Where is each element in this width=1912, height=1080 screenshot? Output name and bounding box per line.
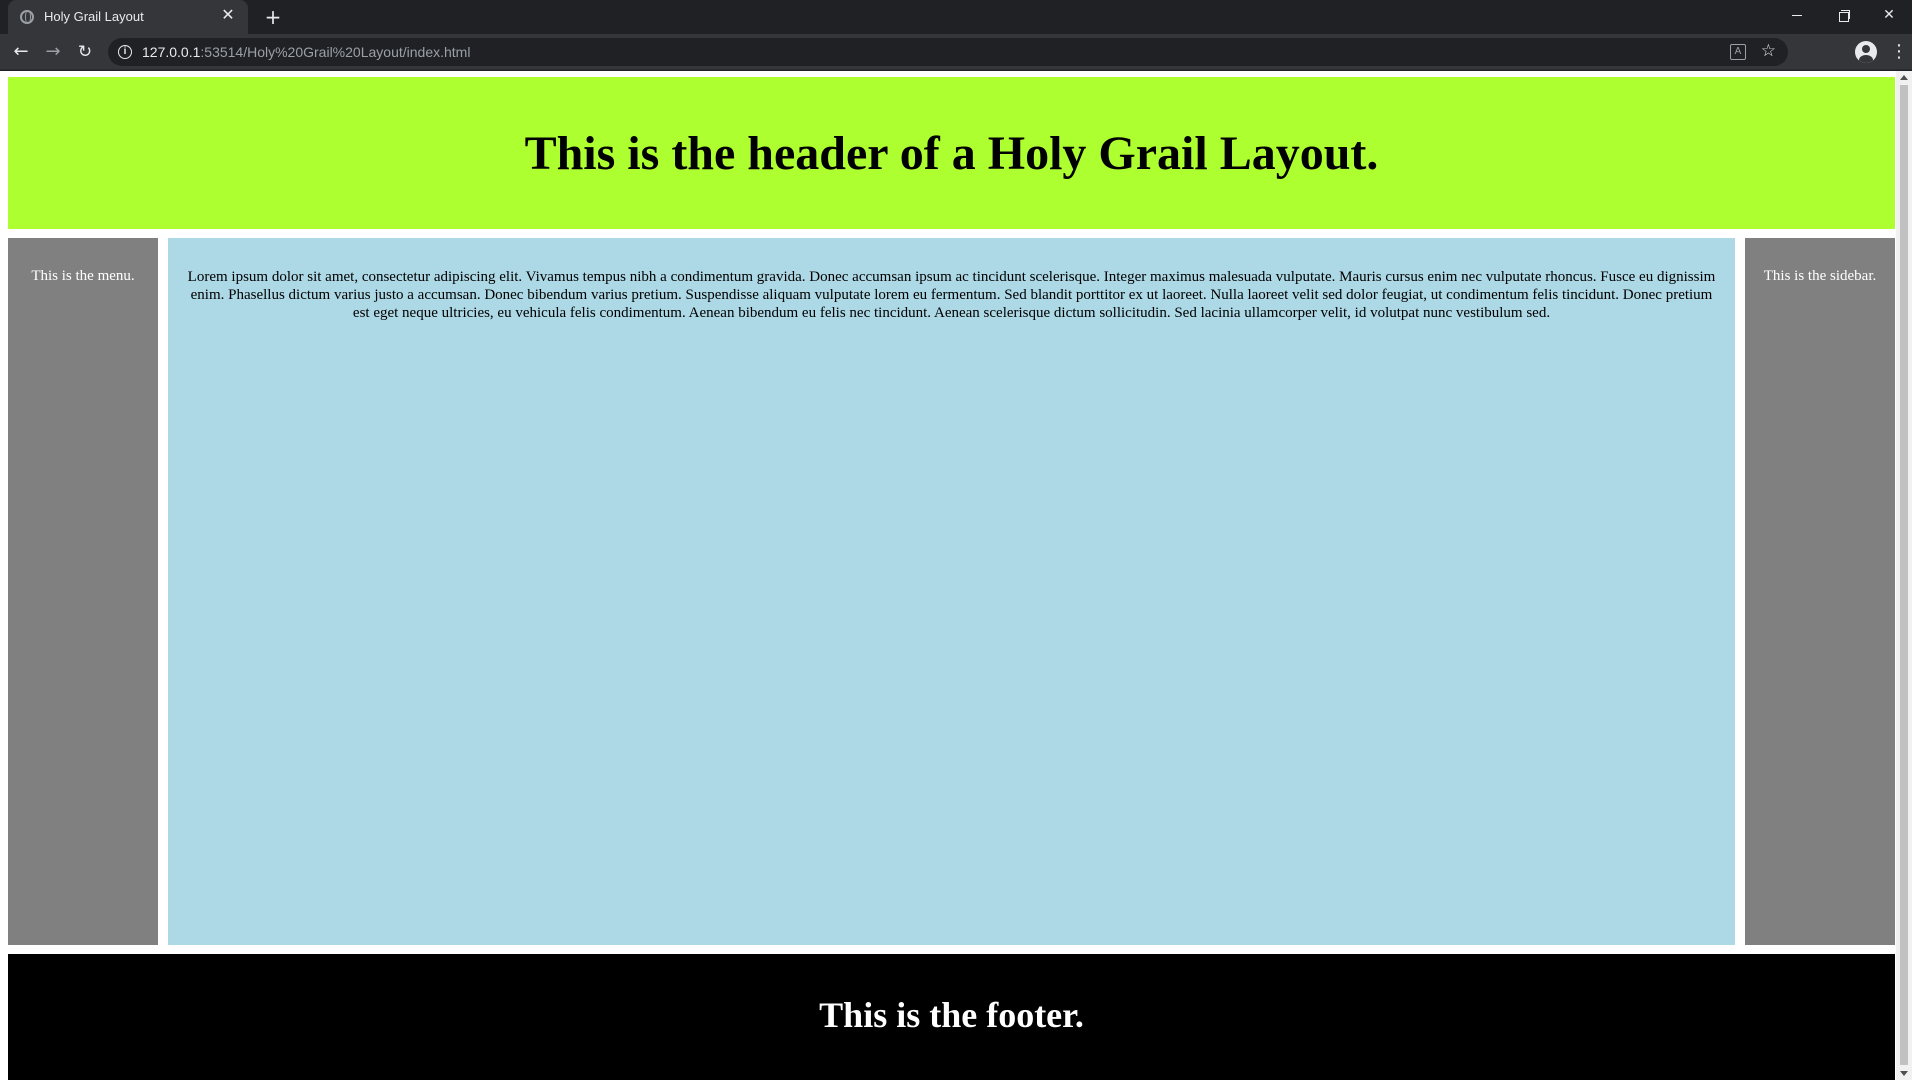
reload-icon[interactable]: ↻	[73, 40, 97, 64]
sidebar-panel: This is the sidebar.	[1745, 238, 1895, 945]
menu-text: This is the menu.	[31, 268, 135, 284]
tab-strip: Holy Grail Layout ✕ + ✕	[0, 0, 1912, 34]
close-window-icon[interactable]: ✕	[1866, 0, 1912, 30]
new-tab-icon[interactable]: +	[260, 4, 286, 30]
url-text[interactable]: 127.0.0.1:53514/Holy%20Grail%20Layout/in…	[142, 44, 470, 60]
header-title: This is the header of a Holy Grail Layou…	[524, 126, 1379, 180]
footer-title: This is the footer.	[819, 995, 1084, 1035]
sidebar-text: This is the sidebar.	[1763, 268, 1877, 284]
globe-icon	[20, 10, 34, 24]
vertical-scrollbar[interactable]	[1896, 71, 1912, 1080]
main-paragraph: Lorem ipsum dolor sit amet, consectetur …	[187, 269, 1716, 321]
bookmark-star-icon[interactable]: ☆	[1761, 41, 1776, 61]
window-controls: ✕	[1774, 0, 1912, 30]
address-bar[interactable]: i 127.0.0.1:53514/Holy%20Grail%20Layout/…	[108, 38, 1788, 66]
kebab-menu-icon[interactable]: ⋮	[1890, 40, 1908, 64]
page-header: This is the header of a Holy Grail Layou…	[8, 77, 1895, 229]
minimize-icon[interactable]	[1774, 0, 1820, 30]
browser-tab[interactable]: Holy Grail Layout ✕	[8, 0, 248, 34]
forward-arrow-icon[interactable]: →	[41, 40, 65, 64]
scroll-up-icon[interactable]	[1900, 75, 1908, 80]
translate-icon[interactable]: A	[1730, 44, 1746, 60]
scrollbar-thumb[interactable]	[1900, 85, 1908, 1065]
main-content: Lorem ipsum dolor sit amet, consectetur …	[168, 238, 1735, 945]
restore-icon[interactable]	[1820, 0, 1866, 30]
page-footer: This is the footer.	[8, 954, 1895, 1080]
page-viewport: This is the header of a Holy Grail Layou…	[0, 71, 1912, 1080]
browser-toolbar: ← → ↻ i 127.0.0.1:53514/Holy%20Grail%20L…	[0, 34, 1912, 70]
url-path: :53514/Holy%20Grail%20Layout/index.html	[200, 44, 471, 60]
menu-panel: This is the menu.	[8, 238, 158, 945]
info-icon[interactable]: i	[118, 45, 132, 59]
url-host: 127.0.0.1	[142, 44, 201, 60]
tab-title: Holy Grail Layout	[44, 9, 144, 24]
profile-icon[interactable]	[1855, 41, 1877, 63]
close-tab-icon[interactable]: ✕	[218, 6, 238, 26]
scroll-down-icon[interactable]	[1900, 1071, 1908, 1076]
back-arrow-icon[interactable]: ←	[9, 40, 33, 64]
